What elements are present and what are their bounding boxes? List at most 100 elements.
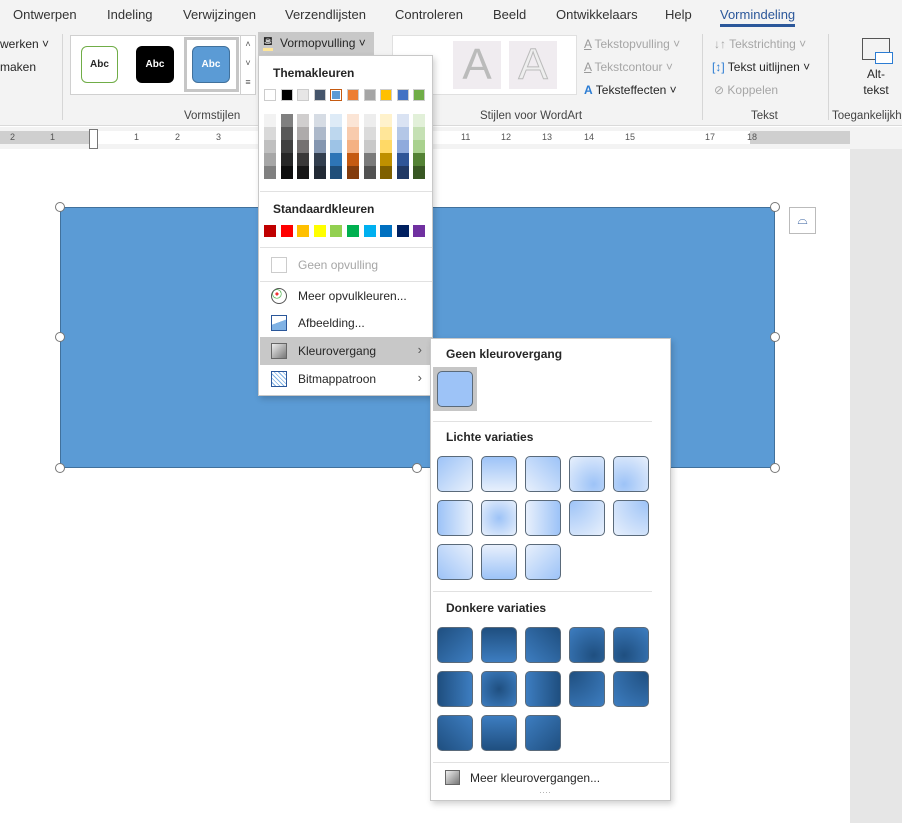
theme-color-swatch[interactable]	[313, 89, 326, 101]
light-gradient-tile[interactable]	[613, 500, 649, 536]
standard-color-swatch[interactable]	[363, 225, 376, 237]
dark-gradient-tile[interactable]	[569, 627, 605, 663]
theme-color-swatch[interactable]	[280, 89, 293, 101]
light-gradient-tile[interactable]	[525, 544, 561, 580]
text-outline-button[interactable]: A Tekstcontour ˅	[584, 60, 673, 74]
theme-shade-swatch[interactable]	[363, 153, 376, 166]
dark-gradient-tile[interactable]	[613, 671, 649, 707]
light-gradient-tile[interactable]	[569, 456, 605, 492]
standard-color-swatch[interactable]	[347, 225, 359, 237]
tab-help[interactable]: Help	[665, 7, 692, 22]
theme-shade-swatch[interactable]	[313, 153, 326, 166]
theme-shade-swatch[interactable]	[396, 166, 409, 179]
theme-shade-swatch[interactable]	[280, 153, 293, 166]
theme-shade-swatch[interactable]	[297, 114, 310, 127]
shape-style-black[interactable]: Abc	[136, 46, 174, 83]
theme-shade-swatch[interactable]	[396, 114, 409, 127]
ribbon-left-item-2[interactable]: maken	[0, 60, 36, 74]
shape-fill-button[interactable]: ⛾ Vormopvulling ˅	[258, 32, 374, 55]
theme-shade-swatch[interactable]	[330, 127, 343, 140]
dark-gradient-tile[interactable]	[525, 671, 561, 707]
theme-shade-swatch[interactable]	[380, 153, 393, 166]
theme-shade-swatch[interactable]	[347, 127, 359, 140]
theme-shade-swatch[interactable]	[330, 153, 343, 166]
light-gradient-tile[interactable]	[481, 456, 517, 492]
standard-color-swatch[interactable]	[413, 225, 426, 237]
shape-style-blue[interactable]: Abc	[192, 46, 230, 83]
standard-color-swatch[interactable]	[380, 225, 393, 237]
layout-options-icon[interactable]: ⌓	[789, 207, 816, 234]
resize-grip[interactable]: ····	[539, 787, 551, 797]
light-gradient-tile[interactable]	[481, 544, 517, 580]
theme-shade-swatch[interactable]	[264, 166, 276, 179]
theme-shade-swatch[interactable]	[280, 114, 293, 127]
tab-verzendlijsten[interactable]: Verzendlijsten	[285, 7, 366, 22]
theme-shade-swatch[interactable]	[313, 127, 326, 140]
theme-color-swatch[interactable]	[363, 89, 376, 101]
light-gradient-tile[interactable]	[613, 456, 649, 492]
theme-shade-swatch[interactable]	[413, 153, 426, 166]
theme-shade-swatch[interactable]	[297, 153, 310, 166]
menu-item-palette[interactable]: Meer opvulkleuren...	[260, 282, 432, 310]
theme-color-swatch[interactable]	[347, 89, 359, 101]
shape-style-outline[interactable]: Abc	[81, 46, 118, 83]
ribbon-left-item-1[interactable]: werken ˅	[0, 37, 49, 51]
standard-color-swatch[interactable]	[396, 225, 409, 237]
theme-shade-swatch[interactable]	[297, 127, 310, 140]
dark-gradient-tile[interactable]	[569, 671, 605, 707]
resize-handle[interactable]	[55, 202, 65, 212]
theme-shade-swatch[interactable]	[313, 140, 326, 153]
no-gradient-tile[interactable]	[437, 371, 473, 407]
light-gradient-tile[interactable]	[437, 544, 473, 580]
text-effects-button[interactable]: A Teksteffecten ˅	[584, 83, 677, 97]
theme-shade-swatch[interactable]	[280, 166, 293, 179]
resize-handle[interactable]	[412, 463, 422, 473]
light-gradient-tile[interactable]	[525, 456, 561, 492]
text-fill-button[interactable]: A Tekstopvulling ˅	[584, 37, 680, 51]
tab-indeling[interactable]: Indeling	[107, 7, 153, 22]
text-direction-button[interactable]: ↓↑ Tekstrichting ˅	[714, 37, 806, 51]
theme-shade-swatch[interactable]	[413, 127, 426, 140]
theme-shade-swatch[interactable]	[347, 153, 359, 166]
align-text-button[interactable]: [↕] Tekst uitlijnen ˅	[712, 60, 810, 74]
theme-color-swatch[interactable]	[330, 89, 343, 101]
dark-gradient-tile[interactable]	[525, 627, 561, 663]
indent-marker[interactable]	[89, 129, 98, 149]
standard-color-swatch[interactable]	[280, 225, 293, 237]
theme-shade-swatch[interactable]	[380, 114, 393, 127]
dark-gradient-tile[interactable]	[437, 715, 473, 751]
tab-ontwerpen[interactable]: Ontwerpen	[13, 7, 77, 22]
resize-handle[interactable]	[770, 202, 780, 212]
standard-color-swatch[interactable]	[264, 225, 276, 237]
tab-controleren[interactable]: Controleren	[395, 7, 463, 22]
theme-shade-swatch[interactable]	[313, 166, 326, 179]
theme-shade-swatch[interactable]	[330, 166, 343, 179]
theme-shade-swatch[interactable]	[363, 114, 376, 127]
theme-shade-swatch[interactable]	[313, 114, 326, 127]
tab-verwijzingen[interactable]: Verwijzingen	[183, 7, 256, 22]
resize-handle[interactable]	[770, 332, 780, 342]
light-gradient-tile[interactable]	[481, 500, 517, 536]
theme-shade-swatch[interactable]	[347, 140, 359, 153]
theme-shade-swatch[interactable]	[380, 127, 393, 140]
dark-gradient-tile[interactable]	[613, 627, 649, 663]
theme-shade-swatch[interactable]	[396, 127, 409, 140]
standard-color-swatch[interactable]	[297, 225, 310, 237]
theme-shade-swatch[interactable]	[297, 140, 310, 153]
tab-vormindeling[interactable]: Vormindeling	[720, 7, 796, 27]
dark-gradient-tile[interactable]	[481, 671, 517, 707]
light-gradient-tile[interactable]	[437, 500, 473, 536]
standard-color-swatch[interactable]	[313, 225, 326, 237]
gallery-scroll[interactable]: ˄ ˅ ≡	[240, 35, 255, 95]
theme-shade-swatch[interactable]	[330, 114, 343, 127]
menu-item-gradient[interactable]: Kleurovergang ›	[260, 337, 432, 365]
resize-handle[interactable]	[55, 332, 65, 342]
menu-item-picture[interactable]: Afbeelding...	[260, 309, 432, 337]
theme-color-swatch[interactable]	[297, 89, 310, 101]
tab-ontwikkelaars[interactable]: Ontwikkelaars	[556, 7, 638, 22]
resize-handle[interactable]	[770, 463, 780, 473]
theme-color-swatch[interactable]	[396, 89, 409, 101]
theme-shade-swatch[interactable]	[413, 114, 426, 127]
theme-shade-swatch[interactable]	[264, 153, 276, 166]
theme-shade-swatch[interactable]	[363, 140, 376, 153]
